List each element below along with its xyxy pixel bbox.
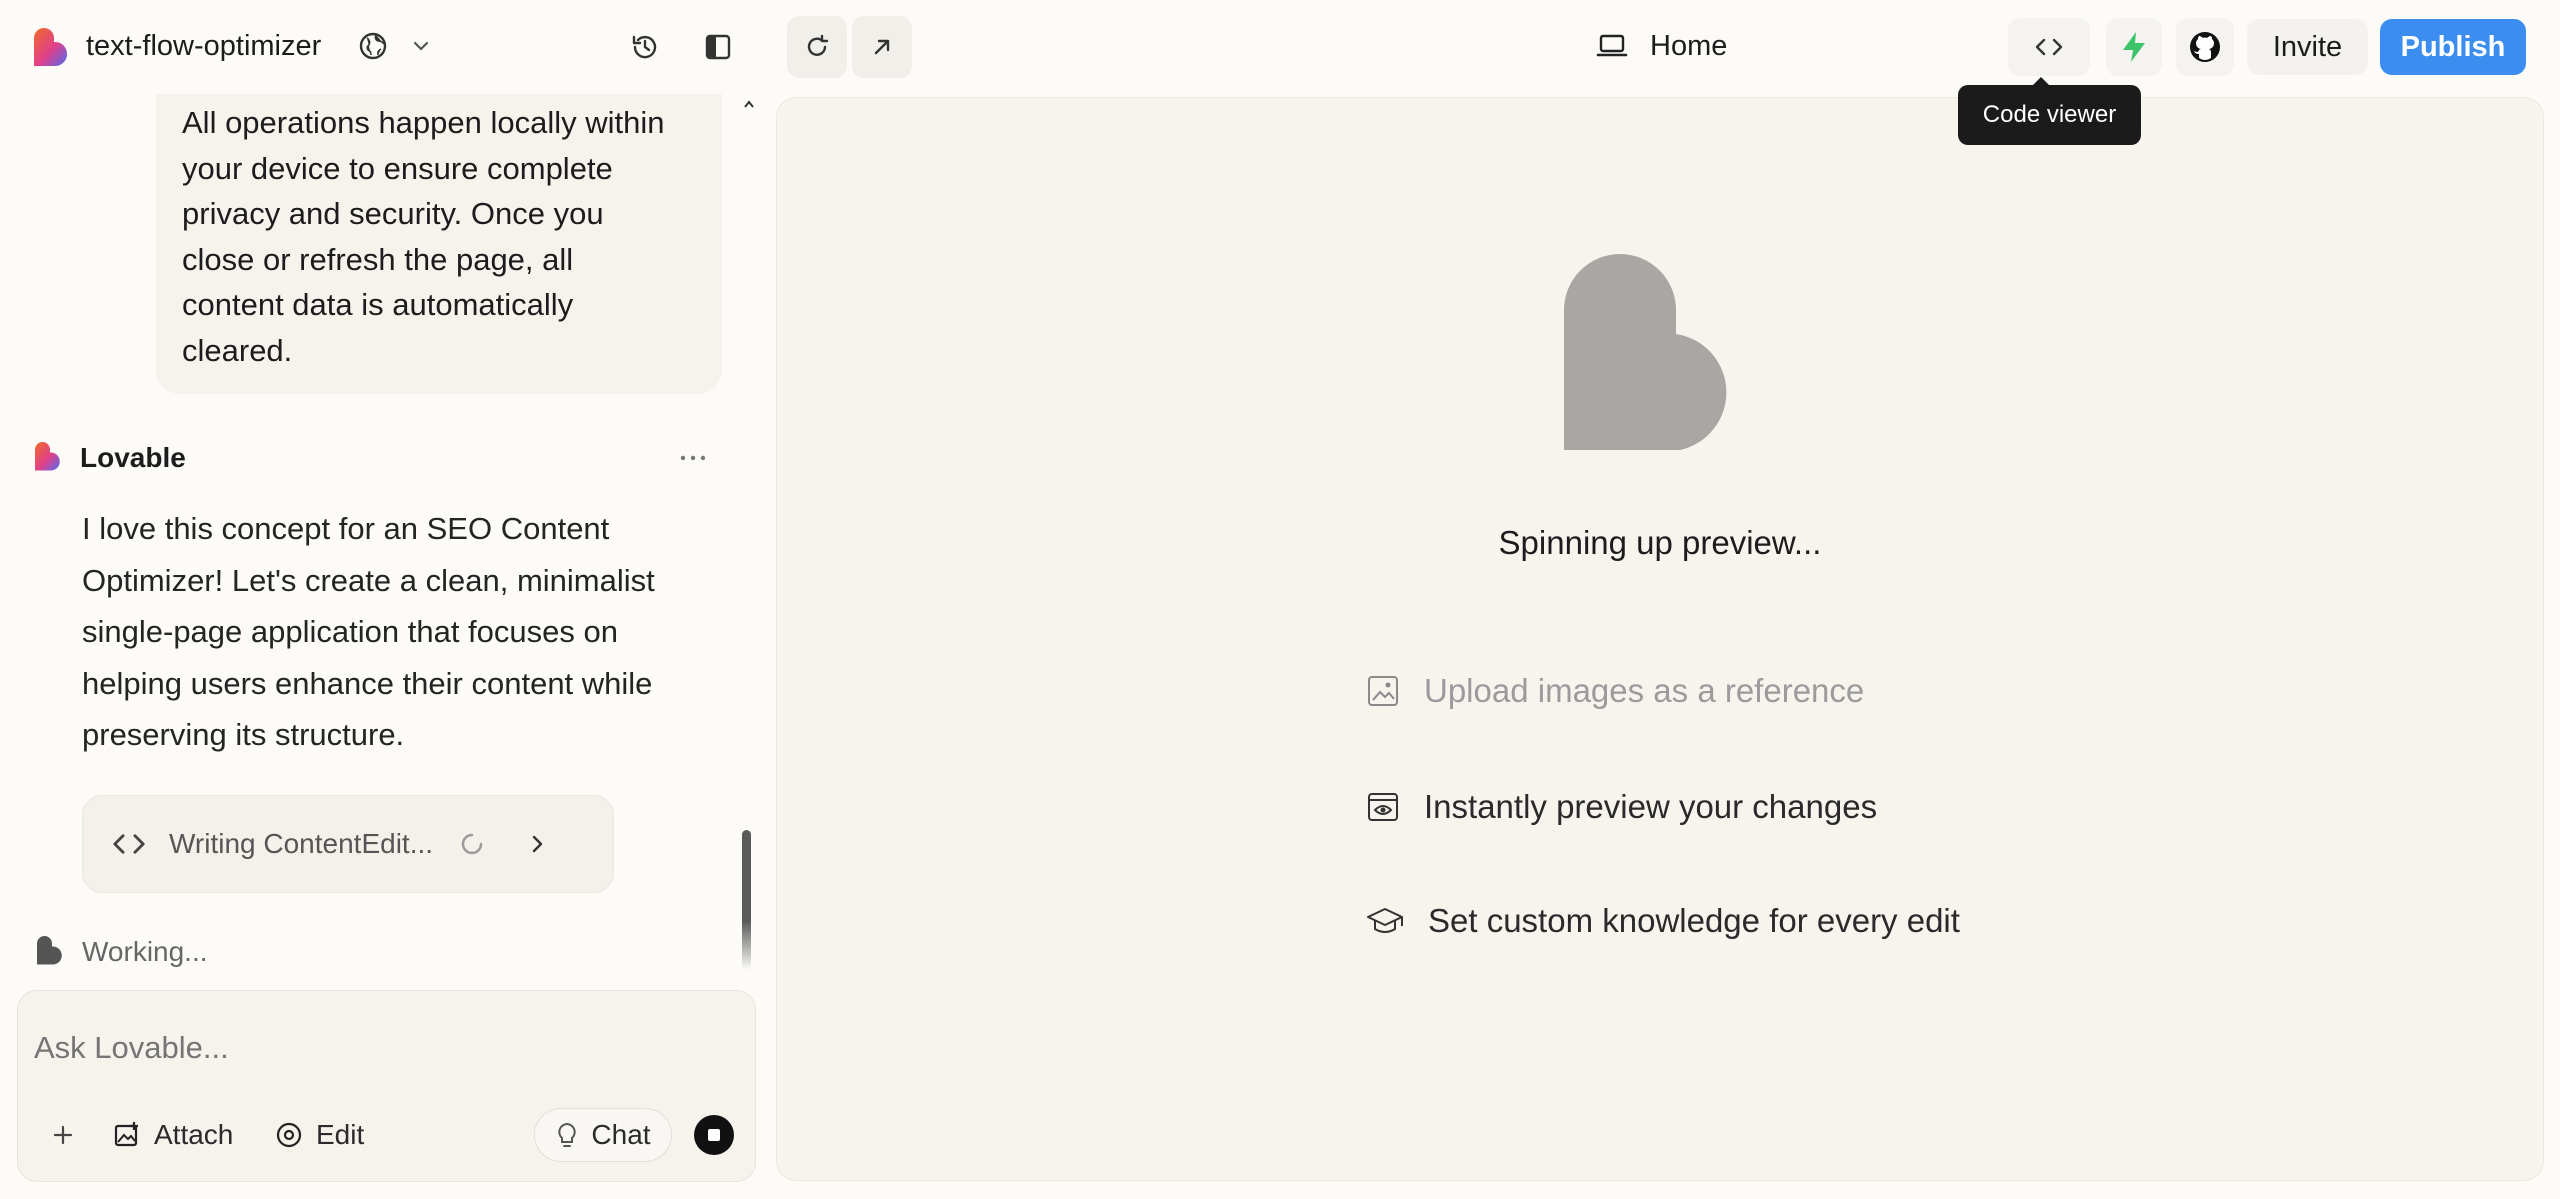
lightbulb-icon: [558, 1122, 577, 1147]
assistant-message-line: I love this concept for an SEO Content: [82, 511, 610, 546]
feature-label: Upload images as a reference: [1424, 672, 1865, 709]
chat-input[interactable]: [34, 1030, 714, 1066]
assistant-message-line: helping users enhance their content whil…: [82, 665, 653, 701]
stop-icon: [708, 1129, 720, 1141]
user-message-line: content data is automatically: [182, 287, 574, 322]
user-message-line: close or refresh the page, all: [182, 241, 574, 277]
assistant-message: I love this concept for an SEO Content O…: [82, 503, 712, 761]
feature-label: Instantly preview your changes: [1424, 788, 1878, 825]
code-icon: [2035, 38, 2063, 56]
github-button[interactable]: [2176, 18, 2234, 76]
top-bar: text-flow-optimizer Home Invite Publish: [0, 0, 2560, 94]
sidebar-toggle-icon[interactable]: [697, 26, 739, 68]
stop-button[interactable]: [694, 1115, 734, 1155]
target-icon: [276, 1122, 302, 1148]
working-heart-icon: [34, 936, 64, 966]
graduation-cap-icon: [1367, 908, 1403, 933]
code-viewer-button[interactable]: [2008, 18, 2090, 76]
feature-instant-preview: Instantly preview your changes: [1366, 788, 1877, 826]
supabase-button[interactable]: [2106, 18, 2162, 76]
scroll-up-arrow-icon[interactable]: [744, 100, 754, 108]
history-icon[interactable]: [624, 26, 666, 68]
image-icon: [1368, 676, 1398, 706]
assistant-message-line: Optimizer! Let's create a clean, minimal…: [82, 562, 655, 598]
attach-label: Attach: [154, 1119, 234, 1150]
refresh-icon: [807, 34, 829, 56]
invite-button[interactable]: Invite: [2247, 19, 2368, 75]
attach-button[interactable]: Attach: [112, 1115, 233, 1155]
laptop-icon: [1596, 34, 1628, 57]
tool-action-card[interactable]: Writing ContentEdit...: [82, 795, 614, 893]
publish-button[interactable]: Publish: [2380, 19, 2526, 75]
lovable-avatar-icon: [32, 440, 62, 474]
bolt-icon: [2123, 32, 2145, 62]
feature-custom-knowledge: Set custom knowledge for every edit: [1366, 902, 1960, 940]
lovable-heart-placeholder-icon: [1564, 254, 1756, 450]
user-message-line: privacy and security. Once you: [182, 196, 604, 231]
assistant-message-line: preserving its structure.: [82, 717, 405, 752]
edit-button[interactable]: Edit: [274, 1115, 364, 1155]
user-message-line: cleared.: [182, 332, 293, 368]
chat-mode-label: Chat: [591, 1119, 651, 1150]
lovable-logo-icon[interactable]: [30, 28, 70, 68]
assistant-name: Lovable: [80, 442, 186, 473]
chevron-down-icon[interactable]: [410, 35, 432, 57]
preview-status: Spinning up preview...: [1498, 524, 1822, 561]
user-message-bubble: All operations happen locally within you…: [156, 94, 722, 394]
github-icon: [2190, 32, 2220, 62]
code-icon: [113, 834, 145, 854]
feature-upload-images: Upload images as a reference: [1366, 672, 1864, 710]
chat-scrollbar[interactable]: [742, 830, 751, 970]
assistant-message-line: single-page application that focuses on: [82, 614, 618, 649]
feature-label: Set custom knowledge for every edit: [1428, 902, 1960, 939]
user-message-line: All operations happen locally within: [182, 105, 665, 140]
chevron-right-icon: [532, 835, 543, 853]
arrow-up-right-icon: [874, 39, 890, 55]
open-external-button[interactable]: [852, 16, 912, 78]
add-button[interactable]: [50, 1115, 76, 1155]
globe-icon[interactable]: [358, 31, 388, 61]
project-name[interactable]: text-flow-optimizer: [86, 28, 321, 64]
plus-icon: [53, 1125, 73, 1145]
chat-mode-button[interactable]: Chat: [534, 1108, 672, 1162]
edit-label: Edit: [316, 1119, 365, 1150]
image-icon: [114, 1122, 138, 1147]
code-viewer-tooltip: Code viewer: [1958, 77, 2141, 145]
more-options-icon[interactable]: [678, 448, 708, 468]
working-status: Working...: [82, 936, 208, 967]
preview-route[interactable]: Home: [1596, 24, 1727, 68]
refresh-button[interactable]: [787, 16, 847, 78]
loading-spinner-icon: [461, 833, 483, 855]
tool-action-label: Writing ContentEdit...: [169, 828, 434, 859]
route-label: Home: [1650, 29, 1728, 62]
eye-icon: [1368, 793, 1398, 821]
user-message-line: your device to ensure complete: [182, 150, 613, 186]
